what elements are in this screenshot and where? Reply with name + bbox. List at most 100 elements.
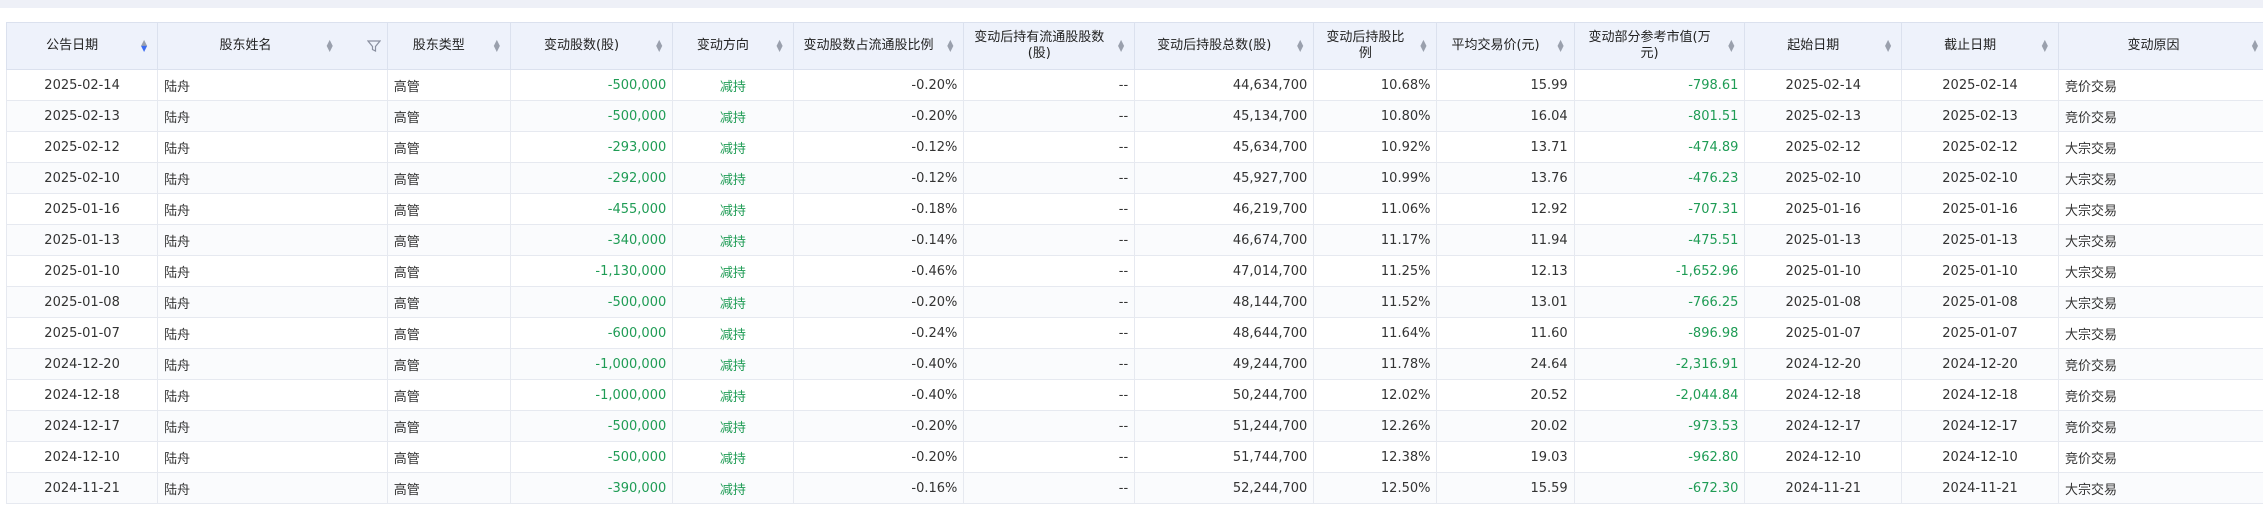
cell-pct: -0.20% bbox=[792, 100, 965, 132]
cell-pct: -0.12% bbox=[792, 162, 965, 194]
table-row[interactable]: 2024-12-20 陆舟 高管 -1,000,000 减持 -0.40% -- 49,244… bbox=[5, 348, 2263, 380]
cell-ratio: 12.02% bbox=[1313, 379, 1438, 411]
col-header-ratio-after[interactable]: 变动后持股比例 ▲ ▼ bbox=[1313, 22, 1438, 70]
cell-shares: -500,000 bbox=[509, 441, 674, 473]
cell-ratio: 12.50% bbox=[1313, 472, 1438, 504]
col-header-announce-date[interactable]: 公告日期 ▲ ▼ bbox=[5, 22, 159, 70]
table-row[interactable]: 2024-12-18 陆舟 高管 -1,000,000 减持 -0.40% -- 50,244… bbox=[5, 379, 2263, 411]
cell-pct: -0.20% bbox=[792, 441, 965, 473]
cell-float: -- bbox=[963, 441, 1136, 473]
cell-total: 44,634,700 bbox=[1134, 69, 1315, 101]
cell-value: -2,044.84 bbox=[1573, 379, 1746, 411]
cell-value: -474.89 bbox=[1573, 131, 1746, 163]
table-row[interactable]: 2025-01-13 陆舟 高管 -340,000 减持 -0.14% -- 46,674,7… bbox=[5, 224, 2263, 256]
cell-date: 2025-02-13 bbox=[5, 100, 159, 132]
cell-ratio: 10.92% bbox=[1313, 131, 1438, 163]
cell-value: -1,652.96 bbox=[1573, 255, 1746, 287]
table-row[interactable]: 2025-02-14 陆舟 高管 -500,000 减持 -0.20% -- 44,634,7… bbox=[5, 69, 2263, 101]
col-header-total-after[interactable]: 变动后持股总数(股) ▲ ▼ bbox=[1134, 22, 1315, 70]
table-body: 2025-02-14 陆舟 高管 -500,000 减持 -0.20% -- 44,634,7… bbox=[5, 69, 2263, 504]
cell-avg: 15.59 bbox=[1436, 472, 1575, 504]
filter-icon[interactable] bbox=[366, 39, 381, 53]
sort-caret-icon[interactable]: ▲ ▼ bbox=[141, 39, 147, 53]
cell-dir: 减持 bbox=[672, 348, 794, 380]
table-row[interactable]: 2025-01-16 陆舟 高管 -455,000 减持 -0.18% -- 46,219,7… bbox=[5, 193, 2263, 225]
col-header-holder-name[interactable]: 股东姓名 ▲ ▼ bbox=[157, 22, 388, 70]
cell-total: 45,634,700 bbox=[1134, 131, 1315, 163]
cell-avg: 20.02 bbox=[1436, 410, 1575, 442]
sort-caret-icon[interactable]: ▲ ▼ bbox=[1885, 39, 1891, 53]
cell-shares: -455,000 bbox=[509, 193, 674, 225]
cell-type: 高管 bbox=[386, 410, 511, 442]
cell-avg: 16.04 bbox=[1436, 100, 1575, 132]
cell-float: -- bbox=[963, 131, 1136, 163]
cell-reason: 大宗交易 bbox=[2057, 131, 2263, 163]
cell-reason: 大宗交易 bbox=[2057, 317, 2263, 349]
cell-type: 高管 bbox=[386, 441, 511, 473]
cell-shares: -340,000 bbox=[509, 224, 674, 256]
sort-caret-icon[interactable]: ▲ ▼ bbox=[2252, 39, 2258, 53]
cell-dir: 减持 bbox=[672, 193, 794, 225]
sort-caret-icon[interactable]: ▲ ▼ bbox=[2042, 39, 2048, 53]
table-row[interactable]: 2025-01-07 陆舟 高管 -600,000 减持 -0.24% -- 48,644,7… bbox=[5, 317, 2263, 349]
sort-caret-icon[interactable]: ▲ ▼ bbox=[1420, 39, 1426, 53]
sort-caret-icon[interactable]: ▲ ▼ bbox=[494, 39, 500, 53]
cell-shares: -1,000,000 bbox=[509, 379, 674, 411]
sort-caret-icon[interactable]: ▲ ▼ bbox=[1728, 39, 1734, 53]
cell-avg: 11.60 bbox=[1436, 317, 1575, 349]
cell-shares: -500,000 bbox=[509, 286, 674, 318]
cell-dir: 减持 bbox=[672, 69, 794, 101]
col-header-avg-price[interactable]: 平均交易价(元) ▲ ▼ bbox=[1436, 22, 1575, 70]
cell-shares: -1,130,000 bbox=[509, 255, 674, 287]
col-header-start-date[interactable]: 起始日期 ▲ ▼ bbox=[1744, 22, 1903, 70]
col-header-holder-type[interactable]: 股东类型 ▲ ▼ bbox=[386, 22, 511, 70]
cell-start: 2025-01-07 bbox=[1744, 317, 1903, 349]
table-row[interactable]: 2024-12-17 陆舟 高管 -500,000 减持 -0.20% -- 51,244,7… bbox=[5, 410, 2263, 442]
table-row[interactable]: 2025-01-08 陆舟 高管 -500,000 减持 -0.20% -- 48,144,7… bbox=[5, 286, 2263, 318]
cell-float: -- bbox=[963, 193, 1136, 225]
cell-float: -- bbox=[963, 286, 1136, 318]
table-row[interactable]: 2025-01-10 陆舟 高管 -1,130,000 减持 -0.46% -- 47,014… bbox=[5, 255, 2263, 287]
cell-ratio: 12.38% bbox=[1313, 441, 1438, 473]
table-row[interactable]: 2024-12-10 陆舟 高管 -500,000 减持 -0.20% -- 51,744,7… bbox=[5, 441, 2263, 473]
col-header-change-shares[interactable]: 变动股数(股) ▲ ▼ bbox=[509, 22, 674, 70]
cell-shares: -500,000 bbox=[509, 100, 674, 132]
cell-total: 45,927,700 bbox=[1134, 162, 1315, 194]
cell-avg: 12.92 bbox=[1436, 193, 1575, 225]
cell-avg: 13.71 bbox=[1436, 131, 1575, 163]
table-row[interactable]: 2025-02-13 陆舟 高管 -500,000 减持 -0.20% -- 45,134,7… bbox=[5, 100, 2263, 132]
cell-end: 2024-12-10 bbox=[1901, 441, 2059, 473]
cell-type: 高管 bbox=[386, 255, 511, 287]
col-header-ref-value[interactable]: 变动部分参考市值(万元) ▲ ▼ bbox=[1573, 22, 1746, 70]
col-header-end-date[interactable]: 截止日期 ▲ ▼ bbox=[1901, 22, 2059, 70]
cell-pct: -0.20% bbox=[792, 286, 965, 318]
cell-type: 高管 bbox=[386, 162, 511, 194]
cell-reason: 大宗交易 bbox=[2057, 224, 2263, 256]
cell-end: 2024-11-21 bbox=[1901, 472, 2059, 504]
cell-float: -- bbox=[963, 224, 1136, 256]
cell-name: 陆舟 bbox=[157, 379, 388, 411]
table-row[interactable]: 2025-02-12 陆舟 高管 -293,000 减持 -0.12% -- 45,634,7… bbox=[5, 131, 2263, 163]
sort-caret-icon[interactable]: ▲ ▼ bbox=[776, 39, 782, 53]
cell-total: 45,134,700 bbox=[1134, 100, 1315, 132]
cell-dir: 减持 bbox=[672, 286, 794, 318]
cell-date: 2025-02-10 bbox=[5, 162, 159, 194]
cell-ratio: 10.68% bbox=[1313, 69, 1438, 101]
sort-caret-icon[interactable]: ▲ ▼ bbox=[327, 39, 333, 53]
sort-caret-icon[interactable]: ▲ ▼ bbox=[1558, 39, 1564, 53]
cell-date: 2024-12-17 bbox=[5, 410, 159, 442]
col-header-direction[interactable]: 变动方向 ▲ ▼ bbox=[672, 22, 794, 70]
cell-end: 2025-02-10 bbox=[1901, 162, 2059, 194]
cell-type: 高管 bbox=[386, 379, 511, 411]
col-header-float-pct[interactable]: 变动股数占流通股比例 ▲ ▼ bbox=[792, 22, 965, 70]
col-header-float-after[interactable]: 变动后持有流通股股数(股) ▲ ▼ bbox=[963, 22, 1136, 70]
sort-caret-icon[interactable]: ▲ ▼ bbox=[1118, 39, 1124, 53]
sort-caret-icon[interactable]: ▲ ▼ bbox=[947, 39, 953, 53]
cell-pct: -0.12% bbox=[792, 131, 965, 163]
table-row[interactable]: 2024-11-21 陆舟 高管 -390,000 减持 -0.16% -- 52,244,7… bbox=[5, 472, 2263, 504]
sort-caret-icon[interactable]: ▲ ▼ bbox=[1297, 39, 1303, 53]
table-row[interactable]: 2025-02-10 陆舟 高管 -292,000 减持 -0.12% -- 45,927,7… bbox=[5, 162, 2263, 194]
sort-caret-icon[interactable]: ▲ ▼ bbox=[656, 39, 662, 53]
col-header-reason[interactable]: 变动原因 ▲ ▼ bbox=[2057, 22, 2263, 70]
cell-float: -- bbox=[963, 379, 1136, 411]
